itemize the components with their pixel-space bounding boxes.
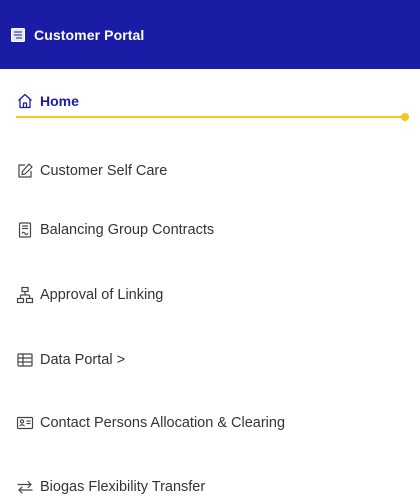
contract-document-icon (16, 221, 34, 239)
sidebar-item-label: Balancing Group Contracts (40, 222, 215, 238)
sidebar-item-balancing-group-contracts[interactable]: Balancing Group Contracts (16, 215, 214, 245)
active-indicator-dot (401, 113, 409, 121)
home-icon (16, 92, 34, 110)
customer-portal-sidebar: Customer Portal Home Customer Self Care … (0, 0, 420, 497)
sidebar-item-customer-self-care[interactable]: Customer Self Care (16, 156, 167, 186)
sidebar-item-label: Home (40, 93, 79, 109)
portal-header: Customer Portal (0, 0, 420, 69)
sidebar-item-biogas-flexibility-transfer[interactable]: Biogas Flexibility Transfer (16, 472, 205, 497)
sidebar-item-home[interactable]: Home (16, 86, 79, 116)
sidebar-item-label: Biogas Flexibility Transfer (40, 479, 206, 495)
network-hierarchy-icon (16, 286, 34, 304)
sidebar-item-approval-of-linking[interactable]: Approval of Linking (16, 280, 163, 310)
sidebar-item-contact-persons-allocation[interactable]: Contact Persons Allocation & Clearing (16, 408, 285, 438)
table-grid-icon (16, 351, 34, 369)
sidebar-item-data-portal[interactable]: Data Portal > (16, 345, 125, 375)
active-indicator-line (16, 116, 405, 118)
sidebar-item-label: Data Portal > (40, 352, 126, 368)
sidebar-item-label: Approval of Linking (40, 287, 164, 303)
sidebar-item-label: Contact Persons Allocation & Clearing (40, 415, 286, 431)
transfer-arrows-icon (16, 478, 34, 496)
edit-icon (16, 162, 34, 180)
contact-card-icon (16, 414, 34, 432)
document-list-icon (11, 27, 25, 42)
portal-title: Customer Portal (34, 26, 145, 43)
sidebar-item-label: Customer Self Care (40, 163, 168, 179)
